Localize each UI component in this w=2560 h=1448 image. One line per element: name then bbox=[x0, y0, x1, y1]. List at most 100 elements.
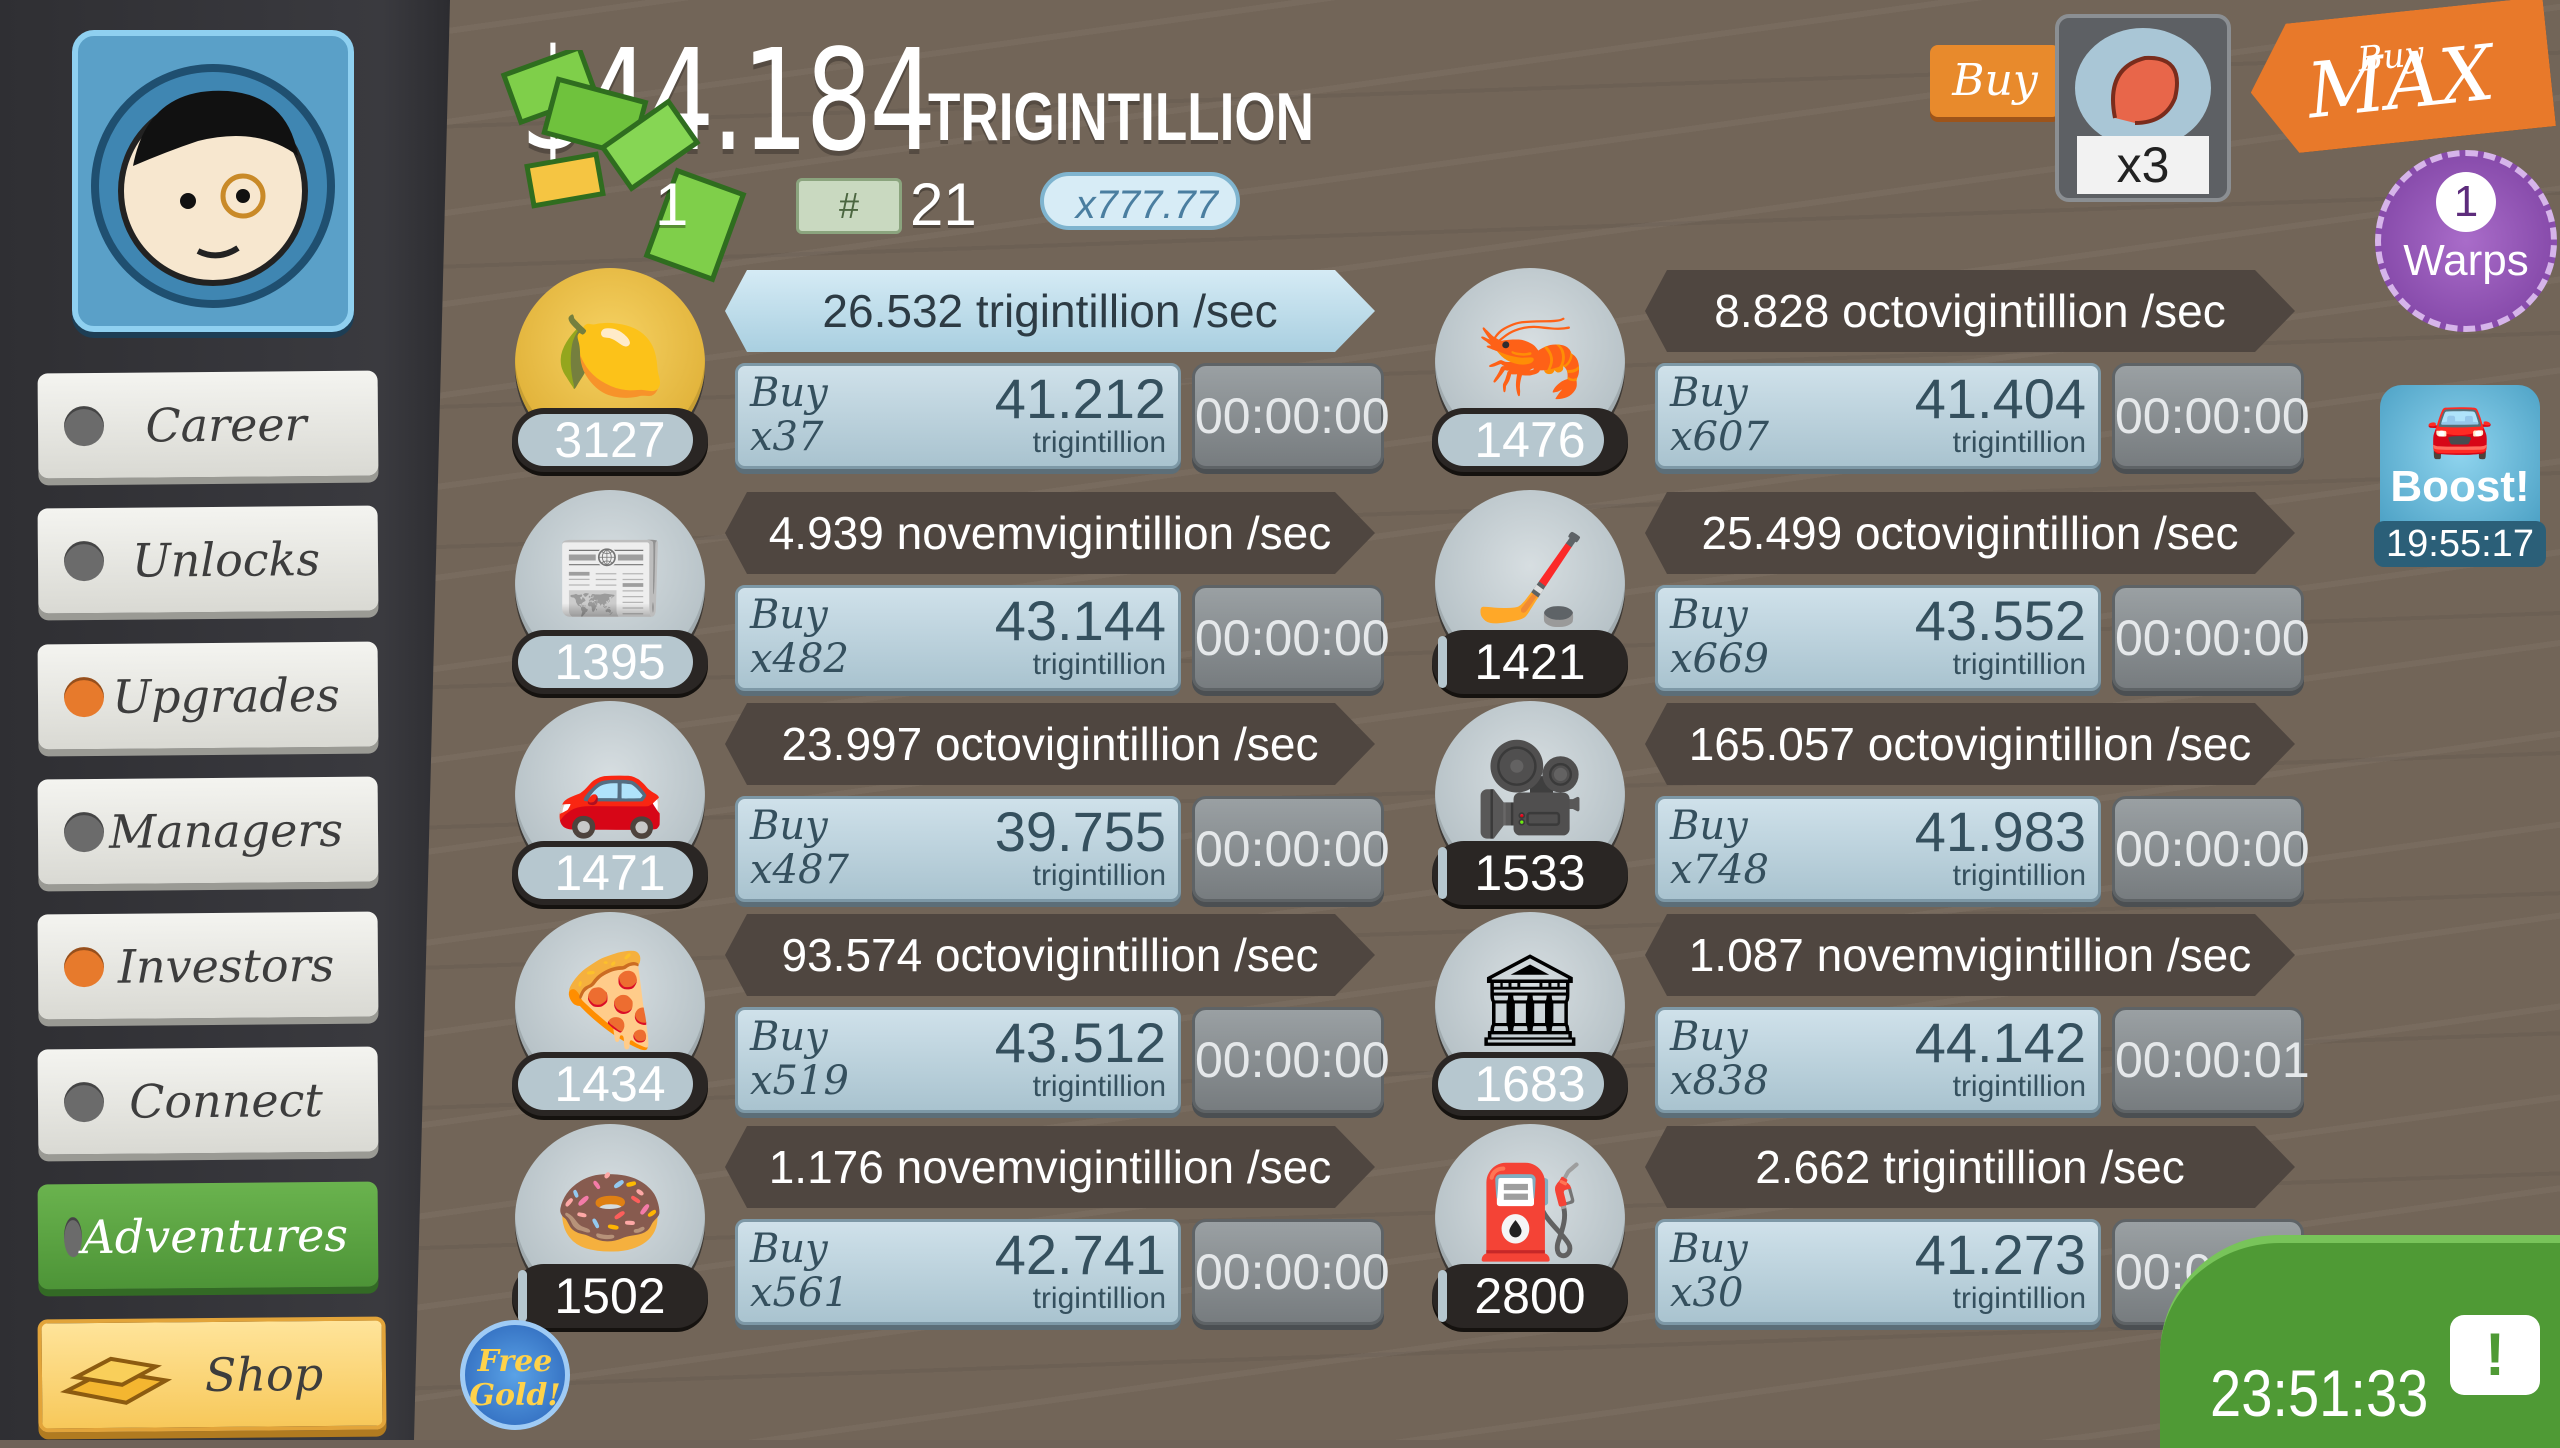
owned-count: 1434 bbox=[512, 1052, 708, 1116]
buy-quantity: x487 bbox=[750, 847, 849, 893]
newspaper-icon: 📰 bbox=[553, 529, 667, 629]
buy-business-button[interactable]: Buy x561 42.741 trigintillion bbox=[735, 1219, 1181, 1325]
production-timer: 00:00:00 bbox=[1192, 363, 1390, 469]
buy-business-button[interactable]: Buy x30 41.273 trigintillion bbox=[1655, 1219, 2101, 1325]
buy-business-button[interactable]: Buy x748 41.983 trigintillion bbox=[1655, 796, 2101, 902]
nav-career-button[interactable]: Career bbox=[37, 370, 379, 479]
buy-label: Buy bbox=[1670, 1014, 1748, 1060]
owned-count-label: 1533 bbox=[1474, 845, 1586, 901]
progress-fill bbox=[1438, 847, 1447, 899]
income-rate-banner[interactable]: 2.662 trigintillion /sec bbox=[1645, 1126, 2295, 1208]
buy-cost: 43.144 bbox=[994, 589, 1166, 652]
nav-connect-button[interactable]: Connect bbox=[37, 1046, 379, 1155]
warps-label: Warps bbox=[2403, 236, 2529, 285]
buy-business-button[interactable]: Buy x607 41.404 trigintillion bbox=[1655, 363, 2101, 469]
status-dot bbox=[63, 676, 105, 717]
production-timer: 00:00:00 bbox=[1192, 796, 1390, 902]
buy-label: Buy bbox=[1670, 370, 1748, 416]
astronaut-avatar-icon bbox=[91, 64, 335, 308]
buy-cost: 41.404 bbox=[1914, 367, 2086, 430]
production-timer: 00:00:01 bbox=[2112, 1007, 2310, 1113]
lemon-icon: 🍋 bbox=[553, 307, 667, 407]
progress-fill bbox=[1438, 636, 1447, 688]
nav-label: Connect bbox=[128, 1072, 324, 1129]
income-rate-banner[interactable]: 4.939 novemvigintillion /sec bbox=[725, 492, 1375, 574]
buy-max-small-label: Buy bbox=[2355, 33, 2426, 81]
progress-fill bbox=[518, 1270, 527, 1322]
free-gold-button[interactable]: Free Gold! bbox=[460, 1320, 570, 1430]
income-rate-banner[interactable]: 26.532 trigintillion /sec bbox=[725, 270, 1375, 352]
buy-cost: 43.552 bbox=[1914, 589, 2086, 652]
production-timer: 00:00:00 bbox=[2112, 363, 2310, 469]
buy-cost: 41.983 bbox=[1914, 800, 2086, 863]
nav-adventures-button[interactable]: Adventures bbox=[37, 1181, 379, 1290]
buy-label: Buy bbox=[750, 592, 828, 638]
income-rate-banner[interactable]: 1.087 novemvigintillion /sec bbox=[1645, 914, 2295, 996]
production-timer: 00:00:00 bbox=[1192, 1007, 1390, 1113]
gold-bars-icon bbox=[60, 1356, 173, 1405]
nav-label: Career bbox=[145, 396, 307, 453]
tv-timer: 23:51:33 bbox=[2210, 1356, 2429, 1430]
owned-count: 1533 bbox=[1432, 841, 1628, 905]
ticket-icon: # bbox=[796, 178, 902, 234]
buy-multiplier-card[interactable]: x3 bbox=[2055, 14, 2231, 202]
income-rate-banner[interactable]: 1.176 novemvigintillion /sec bbox=[725, 1126, 1375, 1208]
income-rate-banner[interactable]: 23.997 octovigintillion /sec bbox=[725, 703, 1375, 785]
nav-label: Adventures bbox=[81, 1207, 349, 1264]
buy-tab-button[interactable]: Buy bbox=[1930, 45, 2060, 117]
shrimp-icon bbox=[2075, 28, 2211, 148]
buy-business-button[interactable]: Buy x669 43.552 trigintillion bbox=[1655, 585, 2101, 691]
buy-cost: 43.512 bbox=[994, 1011, 1166, 1074]
car-wash-icon: 🚗 bbox=[553, 740, 667, 840]
owned-count: 1471 bbox=[512, 841, 708, 905]
buy-cost-unit: trigintillion bbox=[1032, 1070, 1166, 1103]
nav-unlocks-button[interactable]: Unlocks bbox=[37, 505, 379, 614]
owned-count-label: 1421 bbox=[1474, 634, 1586, 690]
ticket-count: 21 bbox=[910, 171, 977, 238]
nav-shop-button[interactable]: Shop bbox=[37, 1316, 387, 1433]
buy-cost: 39.755 bbox=[994, 800, 1166, 863]
income-rate-banner[interactable]: 93.574 octovigintillion /sec bbox=[725, 914, 1375, 996]
warps-button[interactable]: 1 Warps bbox=[2375, 150, 2557, 332]
owned-count: 1683 bbox=[1432, 1052, 1628, 1116]
income-rate-banner[interactable]: 25.499 octovigintillion /sec bbox=[1645, 492, 2295, 574]
status-dot bbox=[63, 1216, 82, 1257]
owned-count-label: 1434 bbox=[554, 1056, 666, 1112]
owned-count-label: 1471 bbox=[554, 845, 666, 901]
owned-count: 3127 bbox=[512, 408, 708, 472]
buy-business-button[interactable]: Buy x487 39.755 trigintillion bbox=[735, 796, 1181, 902]
player-avatar[interactable] bbox=[72, 30, 354, 332]
buy-quantity: x30 bbox=[1670, 1270, 1744, 1316]
nav-managers-button[interactable]: Managers bbox=[37, 776, 379, 885]
buy-label: Buy bbox=[1670, 803, 1748, 849]
gold-count: 1 bbox=[655, 171, 689, 238]
income-rate-banner[interactable]: 165.057 octovigintillion /sec bbox=[1645, 703, 2295, 785]
boost-button[interactable]: 🚘 Boost! 19:55:17 bbox=[2374, 385, 2546, 567]
buy-quantity: x519 bbox=[750, 1058, 849, 1104]
nav-investors-button[interactable]: Investors bbox=[37, 911, 379, 1020]
buy-cost-unit: trigintillion bbox=[1032, 1282, 1166, 1315]
buy-business-button[interactable]: Buy x838 44.142 trigintillion bbox=[1655, 1007, 2101, 1113]
buy-quantity: x838 bbox=[1670, 1058, 1769, 1104]
income-rate-banner[interactable]: 8.828 octovigintillion /sec bbox=[1645, 270, 2295, 352]
owned-count: 1421 bbox=[1432, 630, 1628, 694]
buy-business-button[interactable]: Buy x37 41.212 trigintillion bbox=[735, 363, 1181, 469]
nav-upgrades-button[interactable]: Upgrades bbox=[37, 641, 379, 750]
warps-count: 1 bbox=[2436, 172, 2496, 232]
buy-multiplier-label: x3 bbox=[2077, 136, 2209, 194]
nav-label: Investors bbox=[117, 937, 335, 994]
buy-label: Buy bbox=[750, 1014, 828, 1060]
buy-business-button[interactable]: Buy x519 43.512 trigintillion bbox=[735, 1007, 1181, 1113]
production-timer: 00:00:00 bbox=[1192, 1219, 1390, 1325]
buy-business-button[interactable]: Buy x482 43.144 trigintillion bbox=[735, 585, 1181, 691]
buy-cost: 44.142 bbox=[1914, 1011, 2086, 1074]
buy-cost-unit: trigintillion bbox=[1952, 1070, 2086, 1103]
profit-multiplier-badge[interactable]: x777.77 bbox=[1040, 172, 1240, 230]
buy-quantity: x748 bbox=[1670, 847, 1769, 893]
tv-icon[interactable]: ! bbox=[2450, 1315, 2540, 1395]
buy-label: Buy bbox=[1670, 592, 1748, 638]
buy-quantity: x561 bbox=[750, 1270, 849, 1316]
buy-quantity: x669 bbox=[1670, 636, 1769, 682]
nav-label: Upgrades bbox=[112, 667, 340, 724]
boost-label: Boost! bbox=[2390, 462, 2530, 511]
